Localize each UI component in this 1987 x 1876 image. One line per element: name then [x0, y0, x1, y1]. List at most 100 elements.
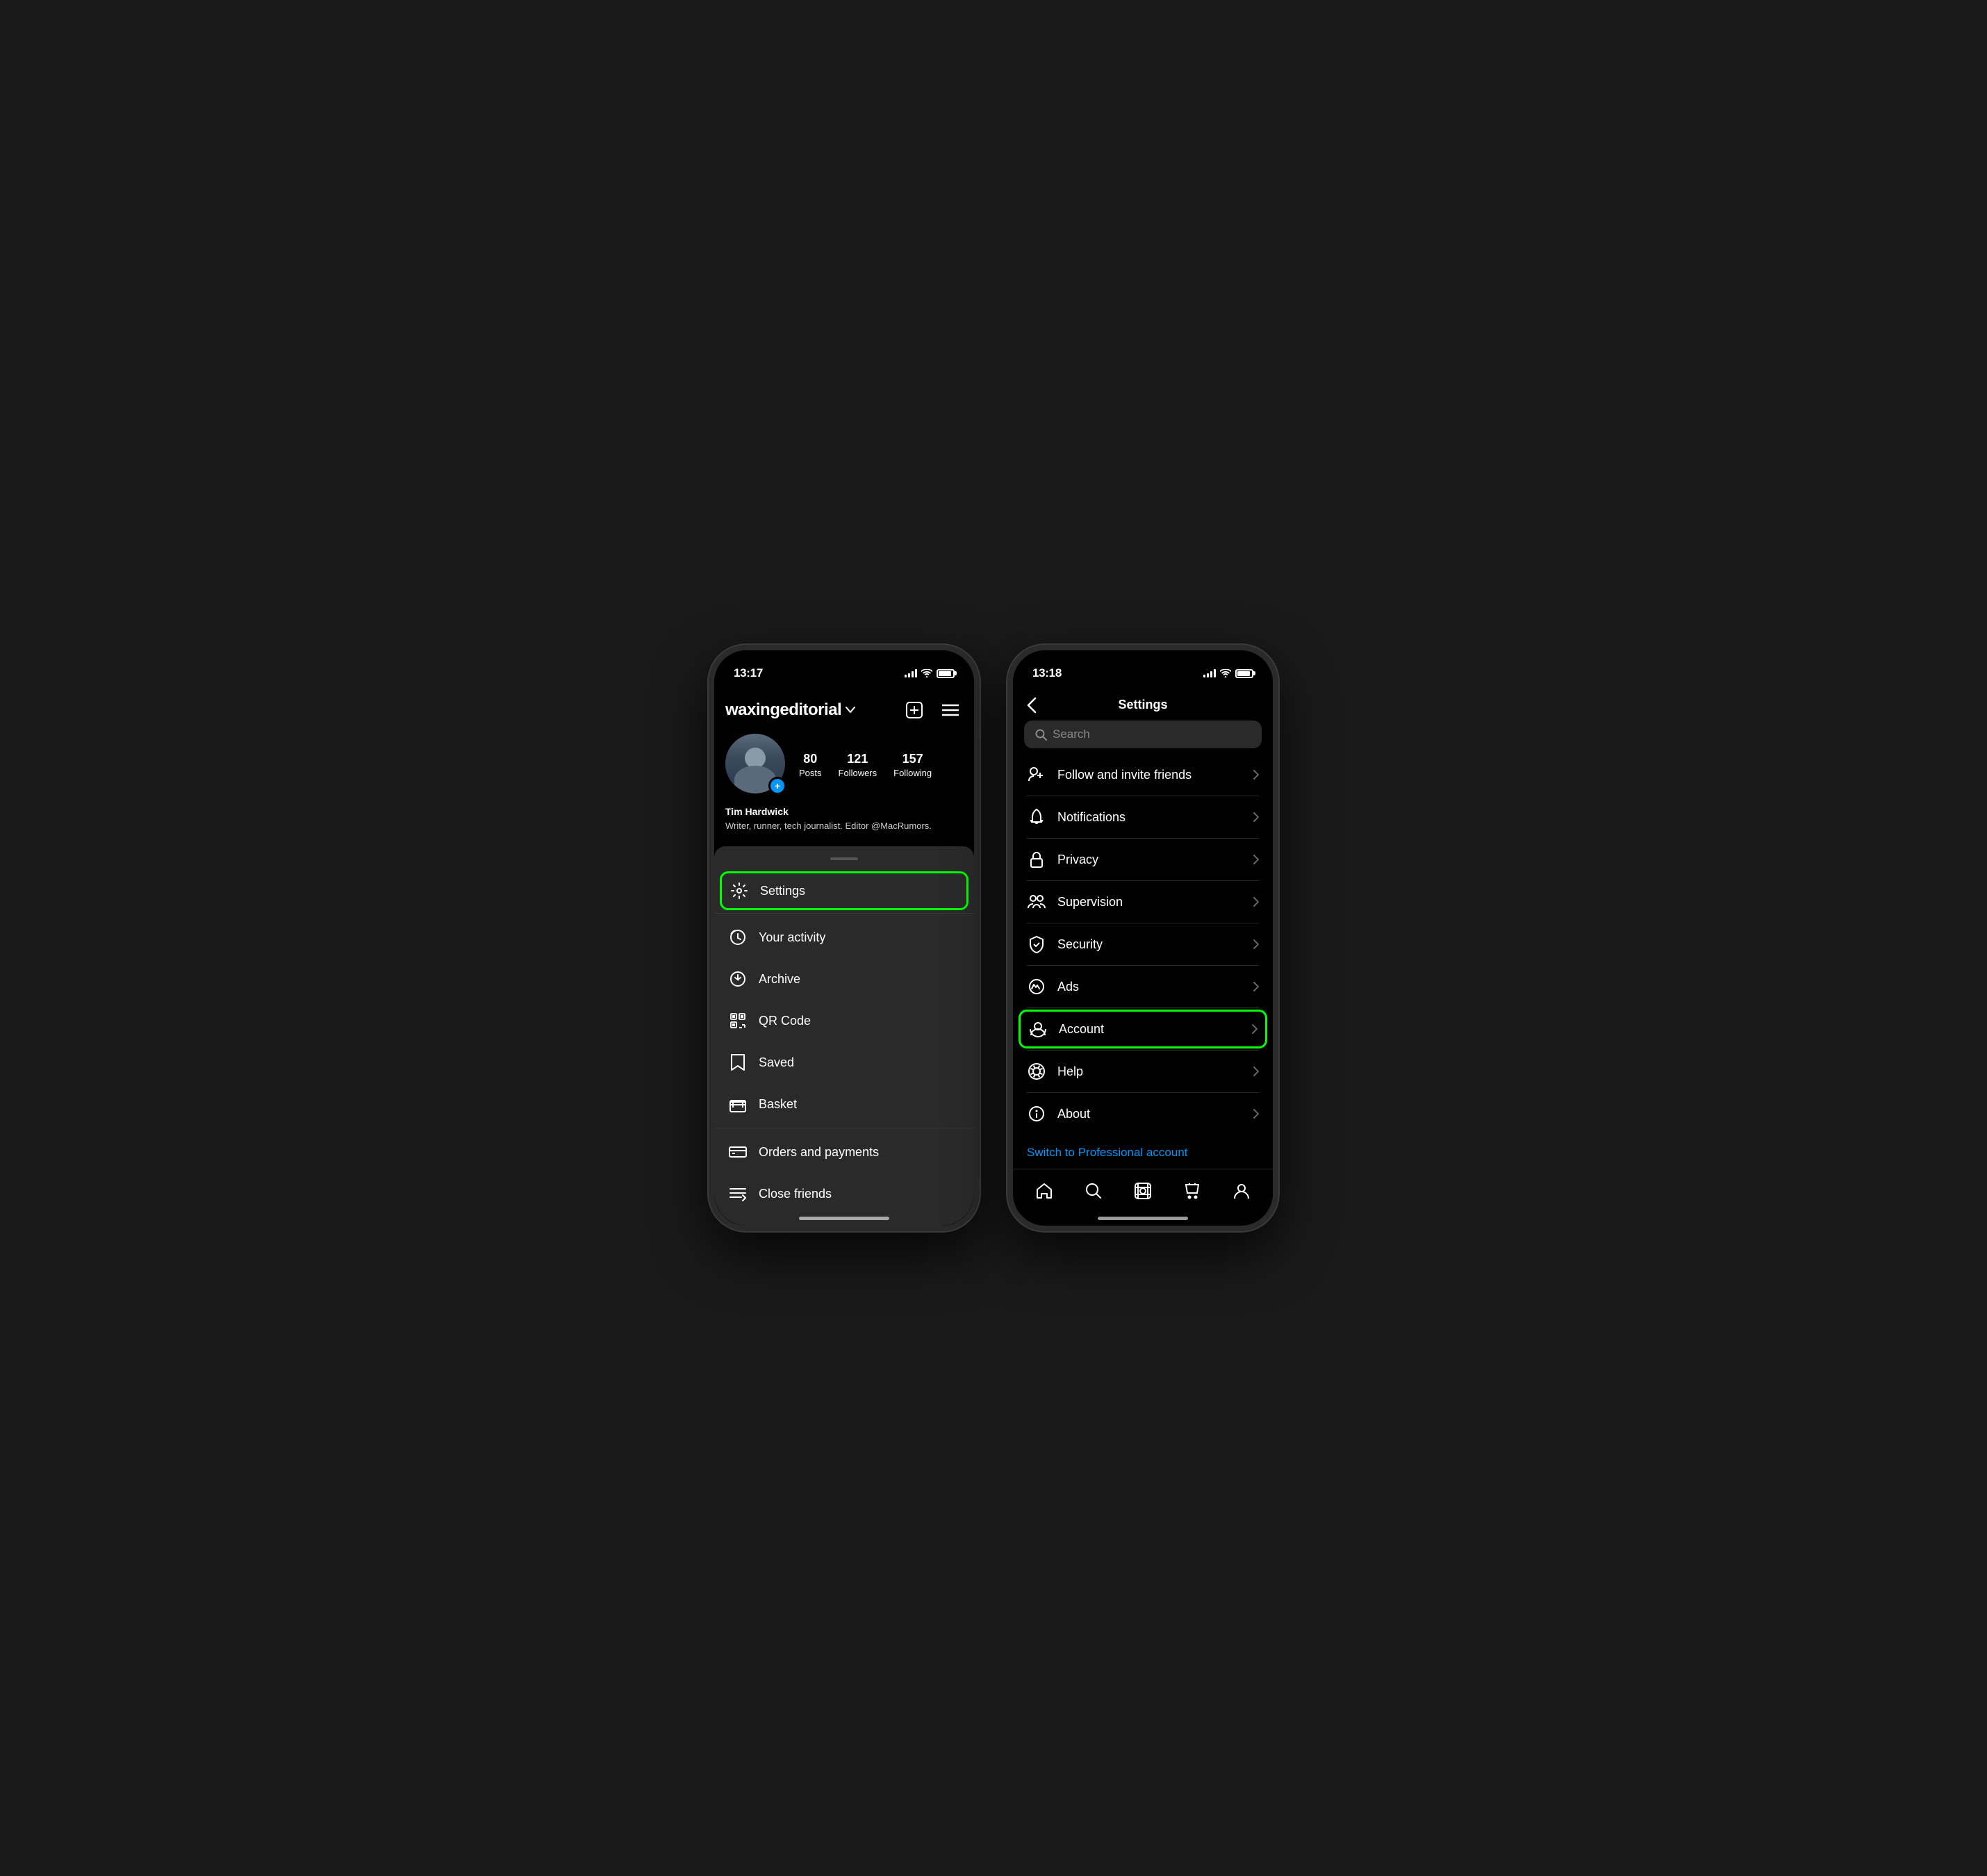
orders-label: Orders and payments: [759, 1145, 879, 1160]
dynamic-island-1: [802, 660, 886, 684]
status-time-2: 13:18: [1032, 666, 1062, 680]
nav-shop[interactable]: [1177, 1176, 1207, 1206]
username-row[interactable]: waxingeditorial: [725, 700, 855, 720]
archive-label: Archive: [759, 972, 800, 987]
menu-divider-1: [714, 913, 974, 914]
search-bar[interactable]: Search: [1024, 721, 1262, 748]
wifi-icon-2: [1220, 669, 1231, 677]
phones-container: 13:17: [709, 645, 1278, 1231]
close-friends-label: Close friends: [759, 1187, 832, 1201]
profile-name: Tim Hardwick: [725, 806, 963, 817]
menu-item-close-friends[interactable]: Close friends: [714, 1173, 974, 1215]
your-activity-label: Your activity: [759, 930, 825, 945]
settings-item-notifications[interactable]: Notifications: [1013, 796, 1273, 838]
settings-item-help[interactable]: Help: [1013, 1051, 1273, 1092]
notifications-icon: [1027, 807, 1046, 827]
search-placeholder: Search: [1053, 727, 1090, 741]
menu-drawer: Settings Your activity: [714, 846, 974, 1226]
saved-label: Saved: [759, 1055, 794, 1070]
notifications-label: Notifications: [1057, 810, 1242, 825]
settings-item-follow-friends[interactable]: Follow and invite friends: [1013, 754, 1273, 796]
posts-stat[interactable]: 80 Posts: [799, 752, 822, 778]
nav-profile[interactable]: [1226, 1176, 1257, 1206]
drawer-handle[interactable]: [830, 857, 858, 860]
switch-professional-link[interactable]: Switch to Professional account: [1027, 1146, 1188, 1159]
your-activity-icon: [728, 928, 748, 947]
menu-item-settings[interactable]: Settings: [720, 871, 968, 910]
supervision-icon: [1027, 892, 1046, 912]
chevron-right-notifications: [1253, 812, 1259, 822]
menu-item-orders[interactable]: Orders and payments: [714, 1131, 974, 1173]
posts-count: 80: [803, 752, 817, 766]
menu-item-saved[interactable]: Saved: [714, 1042, 974, 1083]
chevron-right-follow: [1253, 770, 1259, 780]
phone-2-screen: 13:18: [1013, 650, 1273, 1226]
profile-bio: Writer, runner, tech journalist. Editor …: [725, 820, 963, 832]
privacy-label: Privacy: [1057, 853, 1242, 867]
close-friends-icon: [728, 1184, 748, 1203]
settings-item-privacy[interactable]: Privacy: [1013, 839, 1273, 880]
nav-search[interactable]: [1078, 1176, 1109, 1206]
settings-label: Settings: [760, 884, 805, 898]
chevron-down-icon: [846, 707, 855, 714]
followers-stat[interactable]: 121 Followers: [839, 752, 877, 778]
wifi-icon-1: [921, 669, 932, 677]
back-button[interactable]: [1027, 697, 1037, 714]
settings-page-header: Settings: [1013, 691, 1273, 712]
dynamic-island-2: [1101, 660, 1185, 684]
about-icon: [1027, 1104, 1046, 1124]
settings-item-account[interactable]: Account: [1019, 1010, 1267, 1048]
status-icons-1: [905, 669, 955, 678]
settings-item-security[interactable]: Security: [1013, 923, 1273, 965]
add-story-button[interactable]: +: [768, 777, 786, 795]
nav-home[interactable]: [1029, 1176, 1060, 1206]
settings-item-supervision[interactable]: Supervision: [1013, 881, 1273, 923]
phone-2: 13:18: [1007, 645, 1278, 1231]
followers-label: Followers: [839, 768, 877, 778]
ads-label: Ads: [1057, 980, 1242, 994]
following-stat[interactable]: 157 Following: [893, 752, 932, 778]
account-label: Account: [1059, 1022, 1241, 1037]
signal-bars-2: [1203, 669, 1216, 677]
chevron-right-about: [1253, 1109, 1259, 1119]
top-bar-icons: [902, 698, 963, 723]
account-icon: [1028, 1019, 1048, 1039]
nav-reels[interactable]: [1128, 1176, 1158, 1206]
security-icon: [1027, 935, 1046, 954]
chevron-right-ads: [1253, 982, 1259, 992]
menu-item-qr-code[interactable]: QR Code: [714, 1000, 974, 1042]
menu-item-your-activity[interactable]: Your activity: [714, 916, 974, 958]
new-post-button[interactable]: [902, 698, 927, 723]
status-icons-2: [1203, 669, 1253, 678]
menu-item-archive[interactable]: Archive: [714, 958, 974, 1000]
chevron-right-privacy: [1253, 855, 1259, 864]
battery-icon-1: [937, 669, 955, 678]
orders-icon: [728, 1142, 748, 1162]
chevron-right-supervision: [1253, 897, 1259, 907]
status-time-1: 13:17: [734, 666, 763, 680]
profile-stats-row: + 80 Posts 121 Followers 157: [725, 734, 963, 796]
settings-list: Follow and invite friends Notifications: [1013, 754, 1273, 1204]
posts-label: Posts: [799, 768, 822, 778]
settings-icon: [729, 881, 749, 900]
phone-1-screen: 13:17: [714, 650, 974, 1226]
signal-bars-1: [905, 669, 917, 677]
privacy-icon: [1027, 850, 1046, 869]
archive-icon: [728, 969, 748, 989]
follow-friends-icon: [1027, 765, 1046, 784]
following-label: Following: [893, 768, 932, 778]
stats-grid: 80 Posts 121 Followers 157 Following: [799, 752, 963, 778]
qr-code-label: QR Code: [759, 1014, 811, 1028]
settings-item-ads[interactable]: Ads: [1013, 966, 1273, 1007]
help-label: Help: [1057, 1064, 1242, 1079]
hamburger-menu-button[interactable]: [938, 698, 963, 723]
help-icon: [1027, 1062, 1046, 1081]
settings-item-about[interactable]: About: [1013, 1093, 1273, 1135]
follow-friends-label: Follow and invite friends: [1057, 768, 1242, 782]
search-icon: [1035, 729, 1047, 741]
battery-icon-2: [1235, 669, 1253, 678]
about-label: About: [1057, 1107, 1242, 1121]
avatar-container[interactable]: +: [725, 734, 788, 796]
following-count: 157: [902, 752, 923, 766]
menu-item-basket[interactable]: Basket: [714, 1083, 974, 1125]
